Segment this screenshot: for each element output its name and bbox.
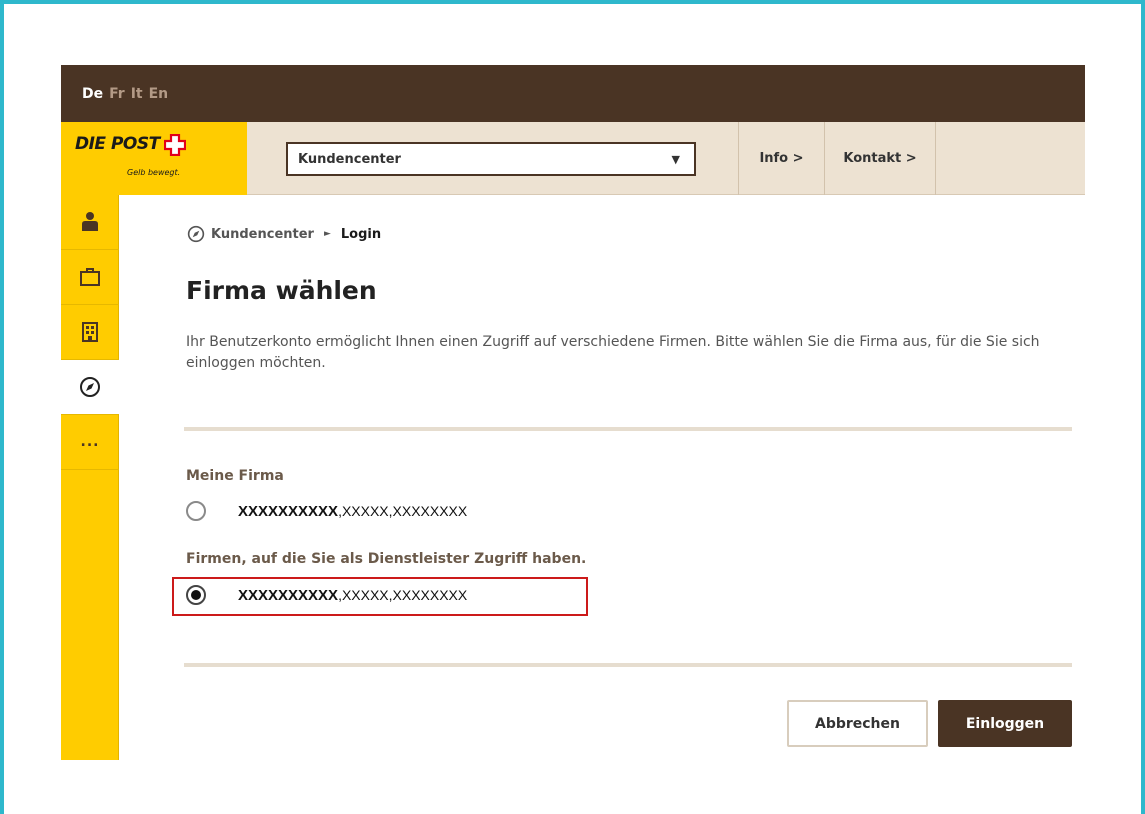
language-en[interactable]: En bbox=[149, 86, 169, 102]
language-bar: De Fr It En bbox=[61, 65, 1085, 122]
more-icon: ... bbox=[80, 434, 100, 450]
dropdown-arrow-icon: ▼ bbox=[671, 153, 680, 166]
swiss-cross-icon bbox=[164, 134, 186, 156]
divider bbox=[184, 663, 1072, 667]
intro-text: Ihr Benutzerkonto ermöglicht Ihnen einen… bbox=[186, 334, 1040, 371]
header: DIE POST Gelb bewegt. Kundencenter ▼ Inf… bbox=[61, 122, 1085, 195]
person-icon bbox=[82, 212, 98, 231]
radio-dot bbox=[191, 590, 201, 600]
company-option-service[interactable]: XXXXXXXXXX,XXXXX,XXXXXXXX bbox=[186, 585, 467, 605]
company-option-own[interactable]: XXXXXXXXXX,XXXXX,XXXXXXXX bbox=[186, 501, 467, 521]
building-icon bbox=[82, 322, 98, 342]
rail-item-more[interactable]: ... bbox=[61, 415, 119, 470]
radio-button-checked[interactable] bbox=[186, 585, 206, 605]
login-button[interactable]: Einloggen bbox=[938, 700, 1072, 747]
rail-item-kundencenter[interactable] bbox=[61, 360, 119, 415]
nav-kontakt[interactable]: Kontakt > bbox=[824, 122, 936, 195]
logo-tagline: Gelb bewegt. bbox=[127, 168, 181, 177]
compass-icon bbox=[187, 225, 205, 243]
nav-info[interactable]: Info > bbox=[738, 122, 824, 195]
breadcrumb-separator-icon: ► bbox=[323, 229, 331, 239]
page-title: Firma wählen bbox=[186, 276, 377, 305]
company-option-label: XXXXXXXXXX,XXXXX,XXXXXXXX bbox=[238, 502, 468, 520]
group-label-own: Meine Firma bbox=[186, 468, 284, 484]
nav-info-label: Info > bbox=[759, 151, 804, 166]
post-logo[interactable]: DIE POST Gelb bewegt. bbox=[61, 122, 247, 195]
kundencenter-select[interactable]: Kundencenter ▼ bbox=[286, 142, 696, 176]
select-value: Kundencenter bbox=[298, 151, 401, 167]
radio-button[interactable] bbox=[186, 501, 206, 521]
company-option-label: XXXXXXXXXX,XXXXX,XXXXXXXX bbox=[238, 586, 468, 604]
group-label-service: Firmen, auf die Sie als Dienstleister Zu… bbox=[186, 551, 587, 567]
rail-item-business[interactable] bbox=[61, 250, 119, 305]
breadcrumb: Kundencenter ► Login bbox=[187, 225, 381, 243]
language-de[interactable]: De bbox=[82, 86, 103, 102]
cancel-button[interactable]: Abbrechen bbox=[787, 700, 928, 747]
language-it[interactable]: It bbox=[131, 86, 143, 102]
breadcrumb-current: Login bbox=[340, 226, 382, 242]
rail-item-company[interactable] bbox=[61, 305, 119, 360]
compass-icon bbox=[80, 377, 100, 397]
breadcrumb-root[interactable]: Kundencenter bbox=[211, 227, 314, 242]
nav-kontakt-label: Kontakt > bbox=[843, 151, 917, 166]
left-rail: ... bbox=[61, 195, 119, 760]
divider bbox=[184, 427, 1072, 431]
language-fr[interactable]: Fr bbox=[109, 86, 125, 102]
logo-text: DIE POST bbox=[75, 134, 160, 154]
rail-item-private[interactable] bbox=[61, 195, 119, 250]
briefcase-icon bbox=[80, 268, 100, 286]
